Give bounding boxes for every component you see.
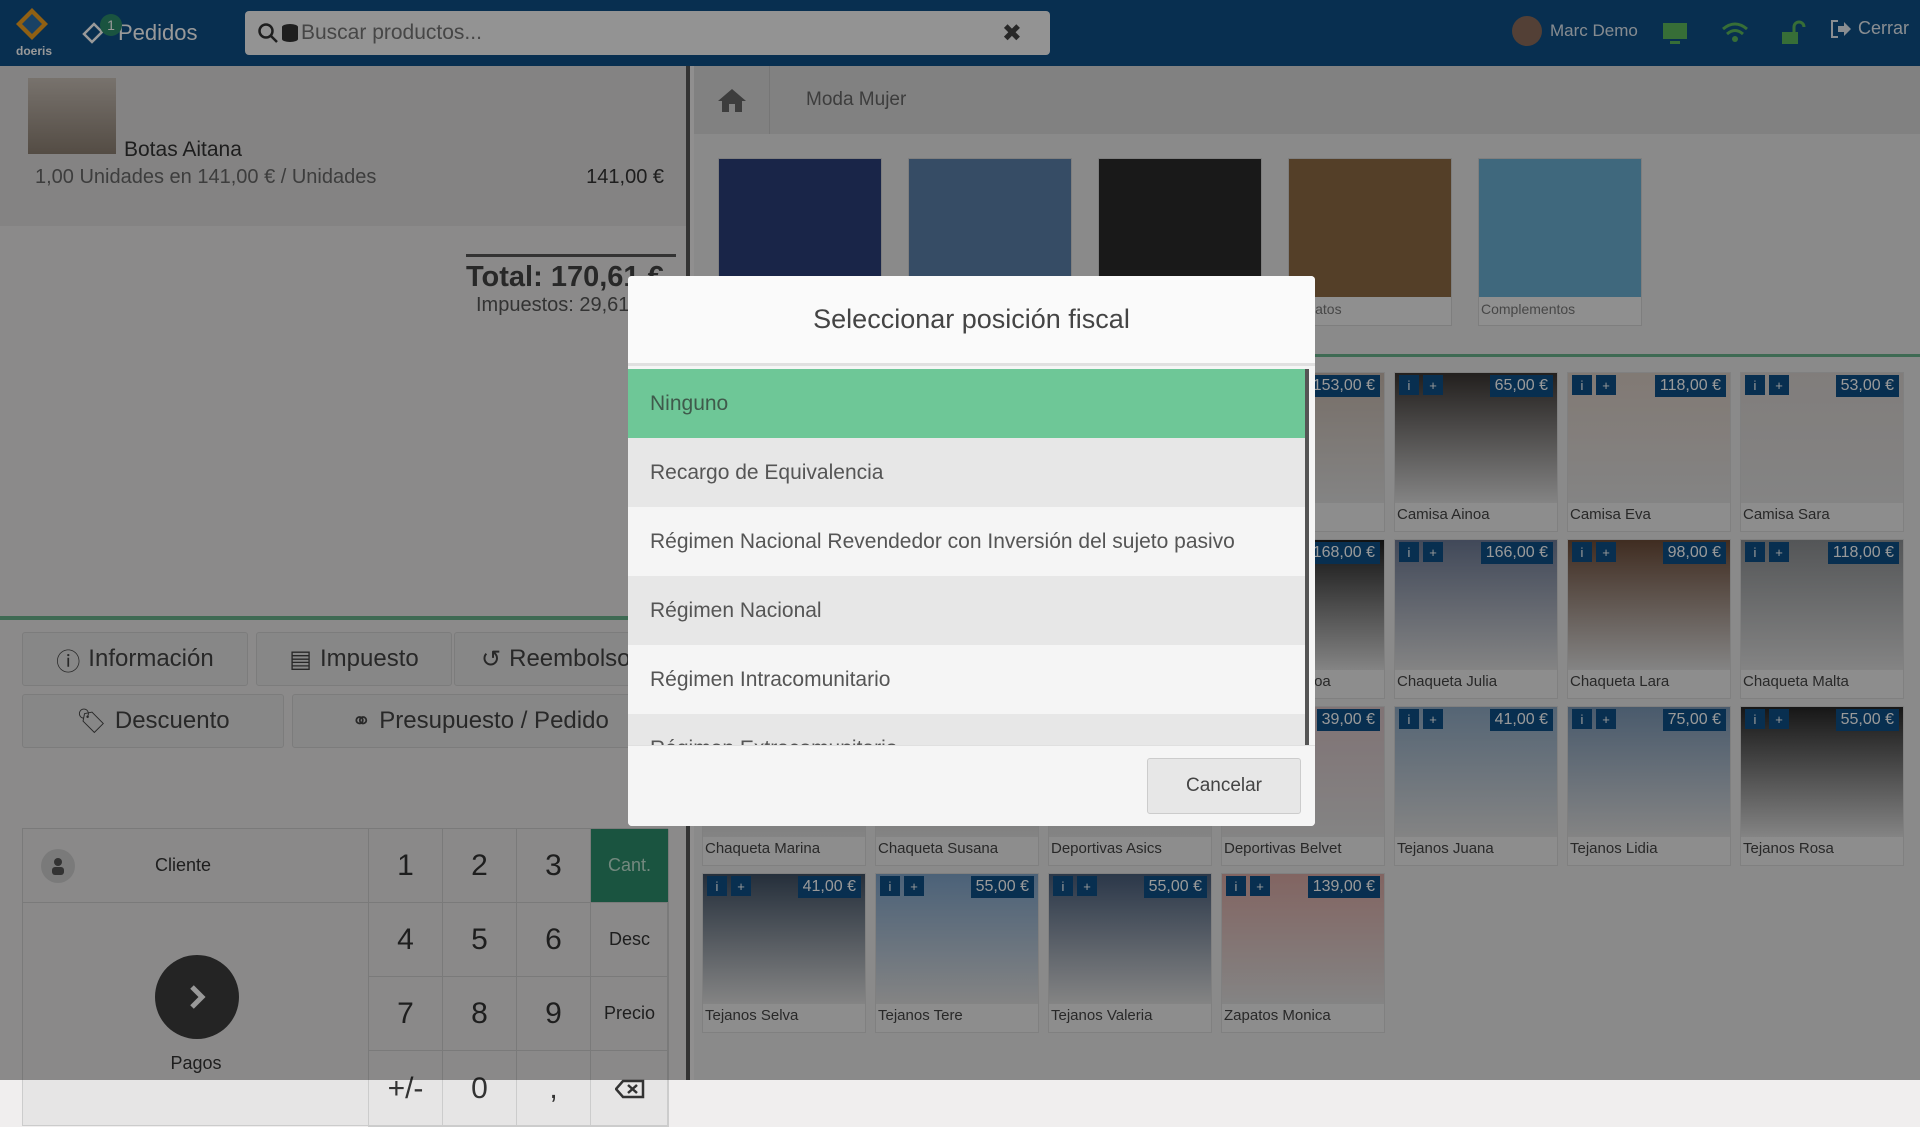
cancel-button[interactable]: Cancelar: [1147, 758, 1301, 814]
dialog-title: Seleccionar posición fiscal: [628, 276, 1315, 366]
option-extracomunitario[interactable]: Régimen Extracomunitario: [628, 714, 1305, 745]
fiscal-position-list[interactable]: Ninguno Recargo de Equivalencia Régimen …: [628, 369, 1309, 745]
option-intracomunitario[interactable]: Régimen Intracomunitario: [628, 645, 1305, 714]
backspace-icon: [614, 1079, 644, 1098]
option-ninguno[interactable]: Ninguno: [628, 369, 1305, 438]
dialog-footer: Cancelar: [628, 745, 1315, 826]
option-nacional-revendedor[interactable]: Régimen Nacional Revendedor con Inversió…: [628, 507, 1305, 576]
option-nacional[interactable]: Régimen Nacional: [628, 576, 1305, 645]
fiscal-position-dialog: Seleccionar posición fiscal Ninguno Reca…: [628, 276, 1315, 826]
option-recargo[interactable]: Recargo de Equivalencia: [628, 438, 1305, 507]
